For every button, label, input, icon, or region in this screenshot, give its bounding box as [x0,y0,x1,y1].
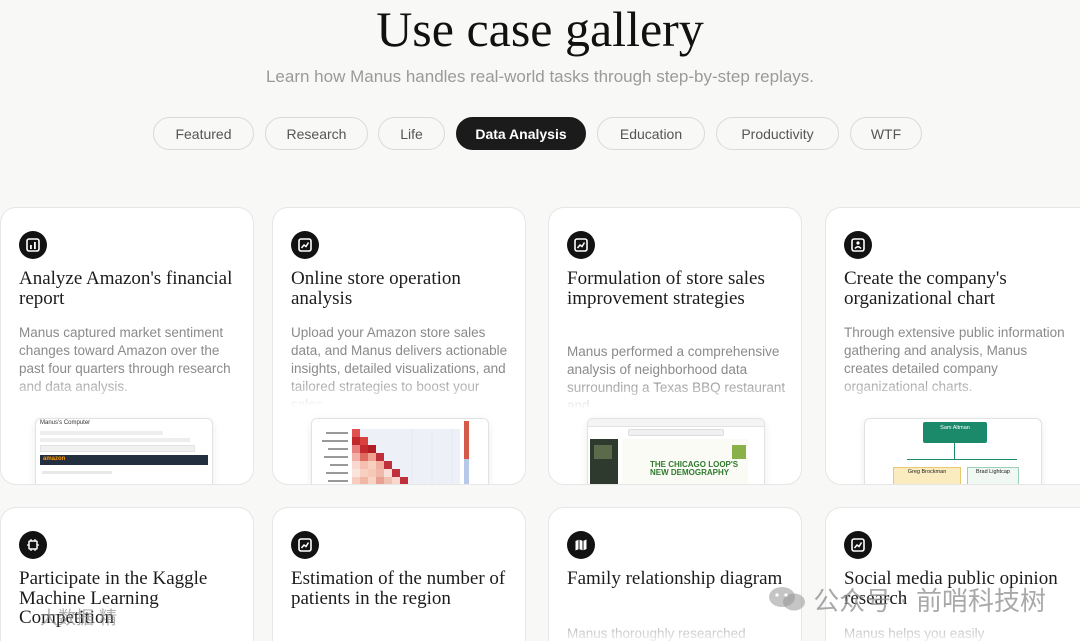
chart-box-icon [291,531,319,559]
chip-icon [19,531,47,559]
card-description: Upload your Amazon store sales data, and… [291,324,516,406]
card-title: Create the company's organizational char… [844,268,1007,309]
tab-wtf[interactable]: WTF [850,117,922,150]
tab-education[interactable]: Education [597,117,705,150]
card-preview-browser: THE CHICAGO LOOP'S NEW DEMOGRAPHY [587,418,765,484]
use-case-card[interactable]: Social media public opinion research Man… [825,507,1080,641]
org-node: Greg Brockman [893,467,961,484]
thumb-headline: NEW DEMOGRAPHY [650,468,730,477]
use-case-card[interactable]: Formulation of store sales improvement s… [548,207,802,485]
watermark-text: 公众号 · 前哨科技树 [813,586,1046,617]
org-node: Brad Lightcap [967,467,1019,484]
thumb-header: Manus's Computer [40,420,91,426]
tab-life[interactable]: Life [378,117,445,150]
page-subtitle: Learn how Manus handles real-world tasks… [265,67,815,86]
tab-featured[interactable]: Featured [153,117,254,150]
wechat-logo-icon [767,584,807,614]
card-description: Manus captured market sentiment changes … [19,324,244,406]
card-description: Manus helps you easily [844,625,1069,641]
category-tabs: Featured Research Life Data Analysis Edu… [0,117,1080,151]
thumb-brand: amazon [40,455,208,465]
card-title: Analyze Amazon's financial report [19,268,233,309]
use-case-card[interactable]: Participate in the Kaggle Machine Learni… [0,507,254,641]
chart-box-icon [567,231,595,259]
map-icon [567,531,595,559]
org-chart-icon [844,231,872,259]
watermark-left: 大数据 精 [40,608,118,628]
watermark: 公众号 · 前哨科技树 [767,582,1046,617]
card-title: Formulation of store sales improvement s… [567,268,765,309]
chart-box-icon [291,231,319,259]
use-case-card[interactable]: Analyze Amazon's financial report Manus … [0,207,254,485]
card-preview-org-chart: Sam Altman Greg Brockman Brad Lightcap [864,418,1042,484]
card-description: Manus thoroughly researched [567,625,792,641]
chart-box-icon [19,231,47,259]
org-top-node: Sam Altman [923,422,987,443]
use-case-card[interactable]: Create the company's organizational char… [825,207,1080,485]
tab-productivity[interactable]: Productivity [716,117,839,150]
card-title: Estimation of the number of patients in … [291,568,506,609]
card-title: Family relationship diagram [567,568,783,589]
chart-box-icon [844,531,872,559]
card-description: Through extensive public information gat… [844,324,1069,406]
card-description: Manus performed a comprehensive analysis… [567,343,792,409]
tab-research[interactable]: Research [265,117,368,150]
tab-data-analysis[interactable]: Data Analysis [456,117,586,150]
card-title: Online store operation analysis [291,268,461,309]
card-preview-image: Manus's Computer amazon [35,418,213,484]
page-title: Use case gallery [376,1,704,57]
use-case-card[interactable]: Family relationship diagram Manus thorou… [548,507,802,641]
use-case-card[interactable]: Estimation of the number of patients in … [272,507,526,641]
use-case-card[interactable]: Online store operation analysis Upload y… [272,207,526,485]
card-preview-heatmap [311,418,489,484]
